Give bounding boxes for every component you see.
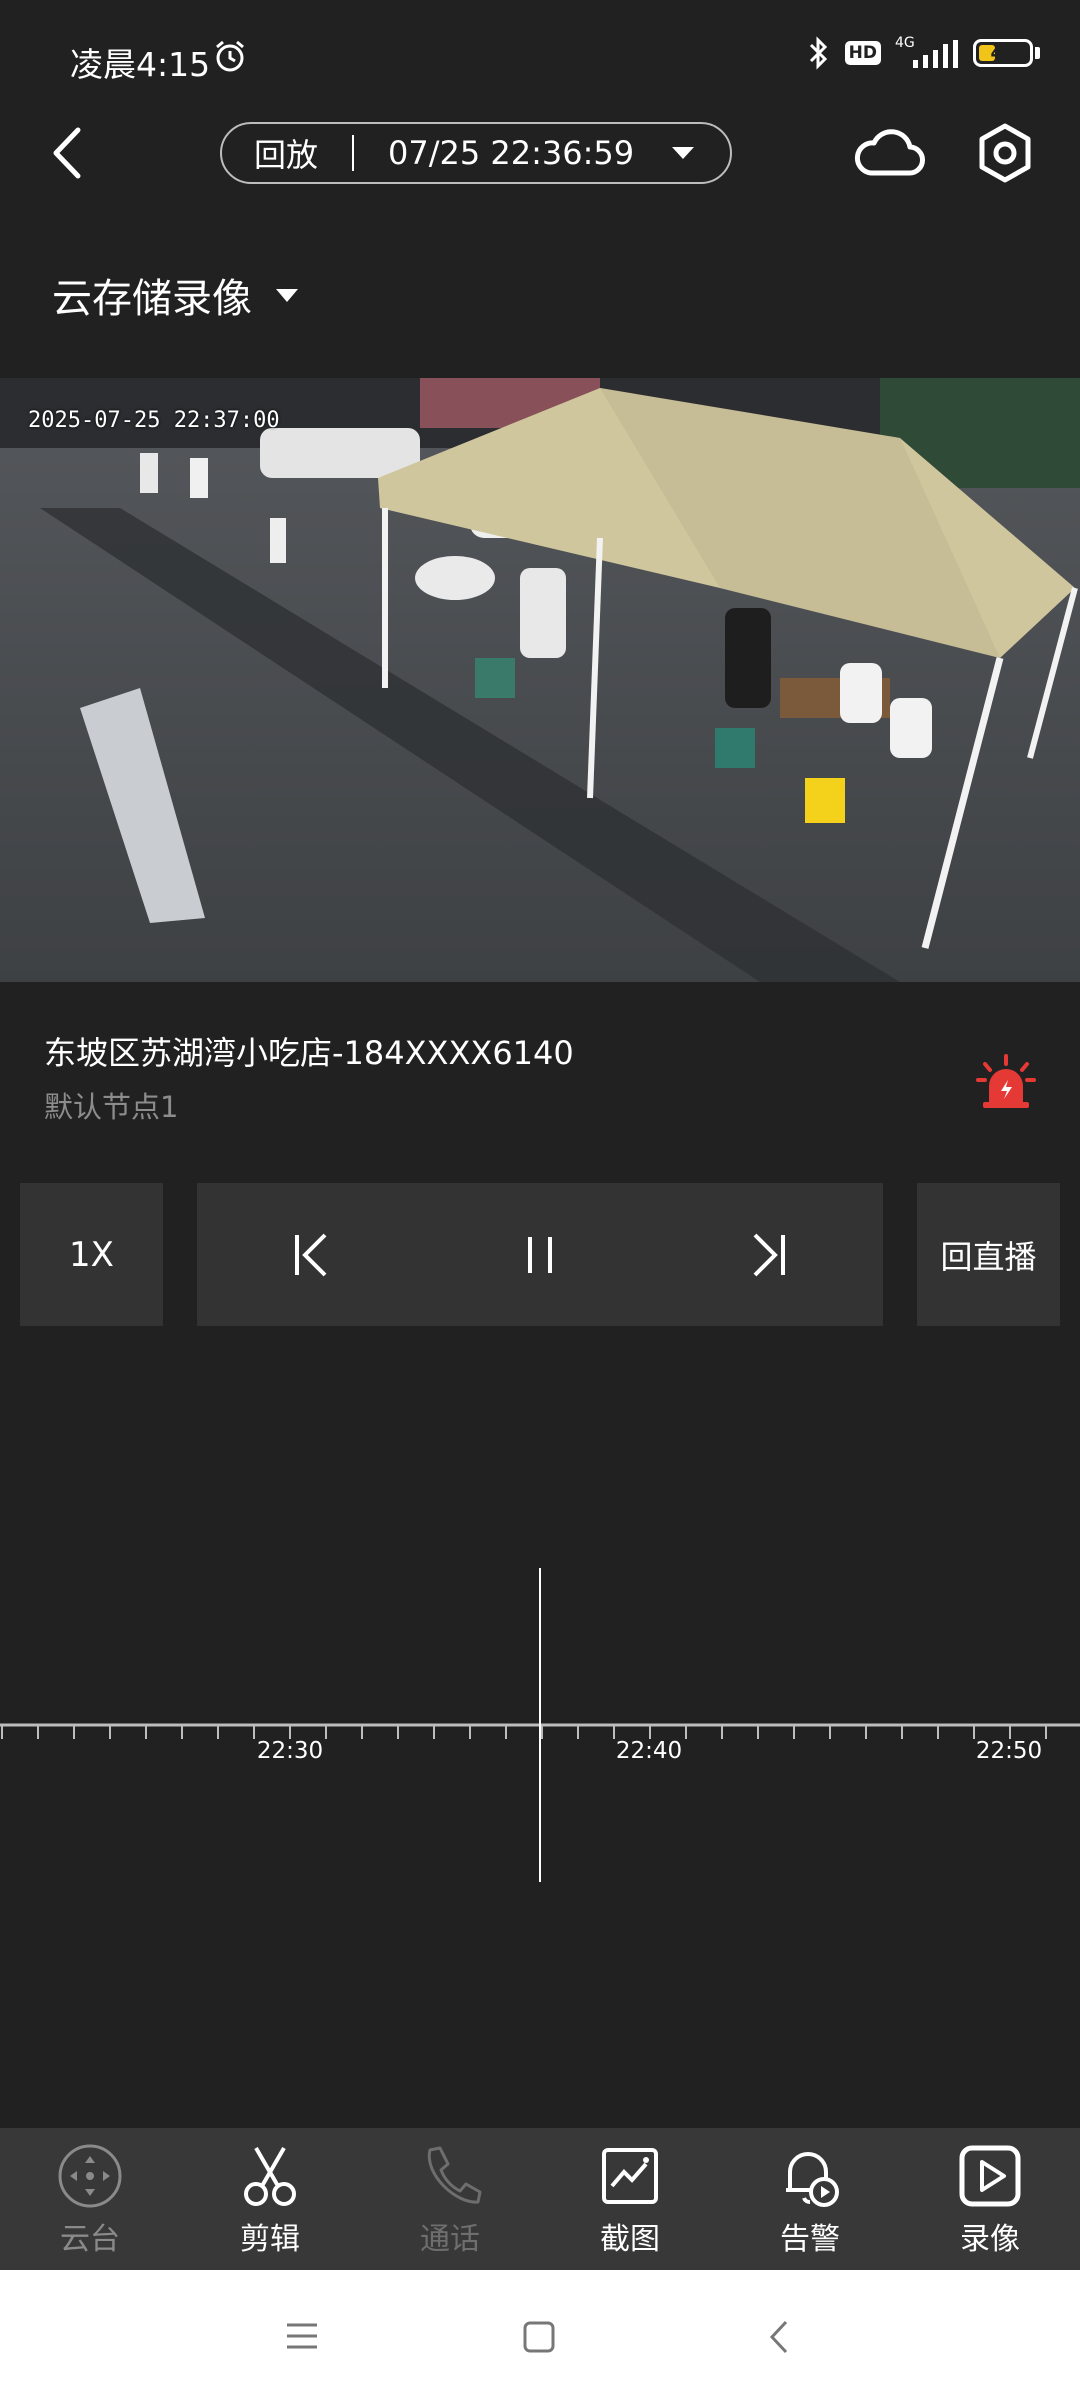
playback-mode-label: 回放 [254,136,319,174]
video-player[interactable]: 2025-07-25 22:37:00 [0,378,1080,982]
ptz-icon [58,2144,122,2208]
settings-button[interactable] [972,118,1038,188]
back-to-live-button[interactable]: 回直播 [917,1183,1060,1326]
storage-type-selector[interactable]: 云存储录像 [52,266,298,324]
status-bar: 凌晨4:15 HD 4G 40 [0,0,1080,110]
previous-button[interactable] [281,1223,345,1287]
tab-label: 云台 [60,2222,120,2257]
scissors-icon [244,2146,296,2206]
battery-icon: 40 [973,39,1033,67]
alert-bell-icon [786,2152,839,2207]
device-name: 东坡区苏湖湾小吃店-184XXXX6140 [44,1034,574,1072]
alarm-siren-button[interactable] [975,1052,1037,1114]
storage-type-label: 云存储录像 [52,276,252,322]
video-record-icon [959,2145,1021,2207]
tab-label: 通话 [420,2222,480,2257]
phone-icon [427,2146,482,2204]
tab-recording[interactable]: 录像 [900,2128,1080,2270]
status-indicators: HD 4G 40 [807,36,1040,70]
hd-badge: HD [844,41,881,65]
tab-clip[interactable]: 剪辑 [180,2128,360,2270]
bluetooth-icon [809,36,827,70]
back-nav-icon[interactable] [766,2318,794,2356]
alarm-clock-icon [216,40,244,72]
playback-speed-button[interactable]: 1X [20,1183,163,1326]
video-frame [0,378,1080,982]
video-timestamp: 2025-07-25 22:37:00 [28,408,280,433]
timeline[interactable]: 22:30 22:40 22:50 [0,1560,1080,1890]
home-icon[interactable] [522,2320,556,2354]
tab-alerts[interactable]: 告警 [720,2128,900,2270]
pause-button[interactable] [508,1223,572,1287]
battery-level: 40 [990,42,1016,64]
caret-down-icon [672,147,694,159]
screenshot-icon [602,2148,658,2204]
battery-cap [1035,47,1040,59]
system-nav-bar [0,2270,1080,2400]
timeline-label: 22:30 [256,1738,324,1764]
playback-time-selector[interactable]: 回放 07/25 22:36:59 [220,122,732,184]
tab-label: 剪辑 [240,2222,300,2257]
pill-divider [352,135,355,171]
playback-datetime: 07/25 22:36:59 [388,134,635,172]
tab-label: 告警 [780,2222,840,2257]
tab-screenshot[interactable]: 截图 [540,2128,720,2270]
timeline-scale [0,1568,1080,1882]
next-button[interactable] [735,1223,799,1287]
menu-icon[interactable] [284,2320,320,2352]
tab-label: 截图 [600,2222,660,2257]
tab-ptz[interactable]: 云台 [0,2128,180,2270]
tab-label: 录像 [960,2222,1020,2257]
timeline-label: 22:50 [975,1738,1043,1764]
status-time: 凌晨4:15 [70,45,211,84]
caret-down-icon [276,288,298,302]
cloud-button[interactable] [853,118,927,188]
device-node: 默认节点1 [44,1090,179,1124]
timeline-label: 22:40 [615,1738,683,1764]
back-button[interactable] [40,118,100,188]
bottom-tab-bar: 云台 剪辑 通话 截图 告警 录像 [0,2128,1080,2270]
tab-call[interactable]: 通话 [360,2128,540,2270]
playback-controls [197,1183,883,1326]
signal-icon: 4G [895,36,959,70]
